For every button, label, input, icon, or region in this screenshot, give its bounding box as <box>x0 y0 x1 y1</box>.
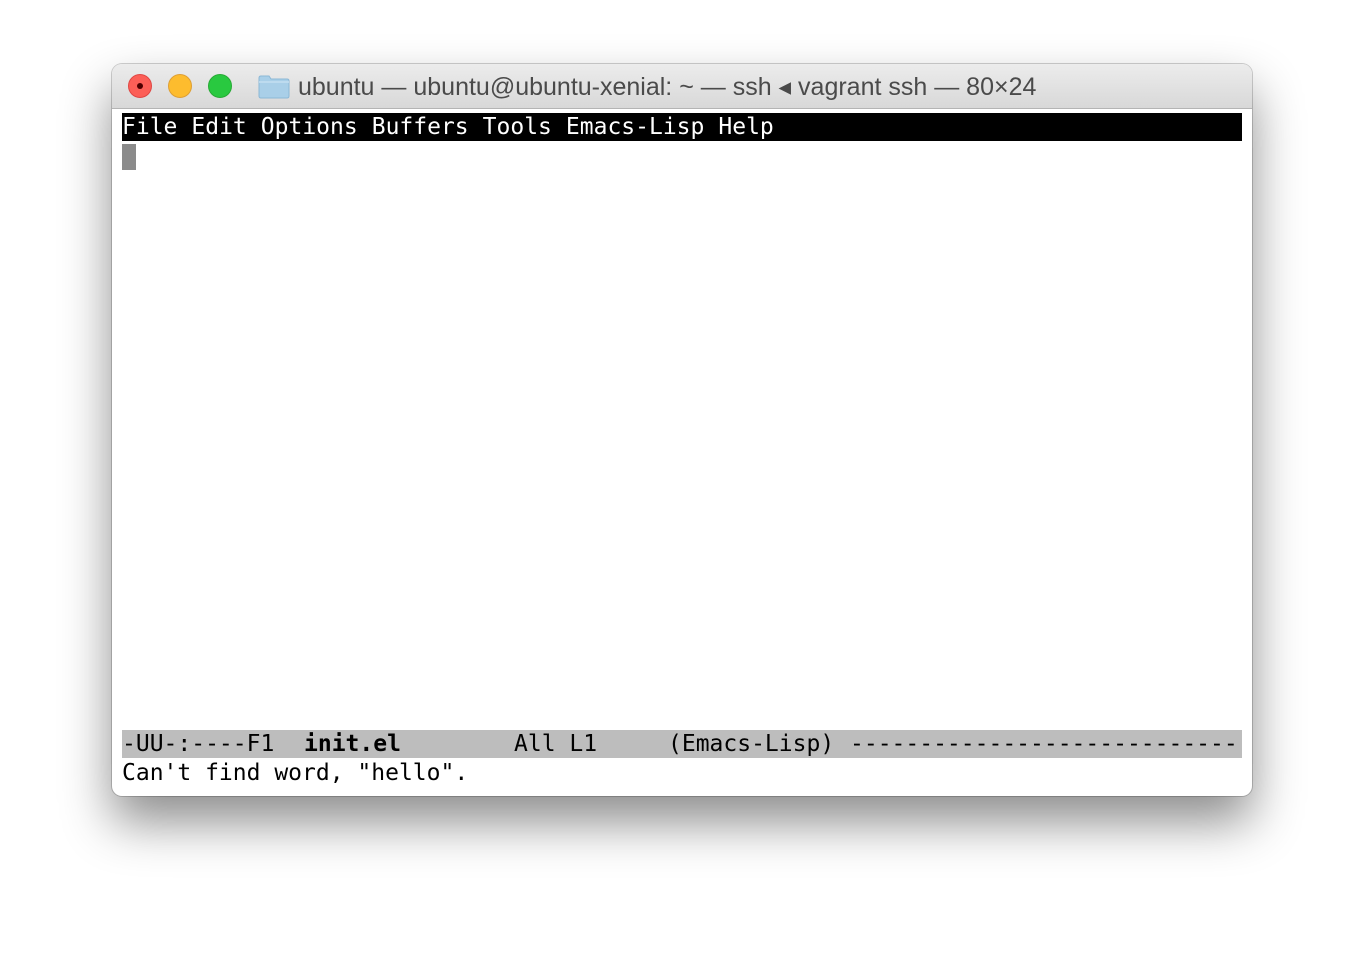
minimize-button[interactable] <box>168 74 192 98</box>
folder-icon <box>258 75 290 99</box>
menu-edit[interactable]: Edit <box>191 113 260 141</box>
text-cursor <box>122 144 136 170</box>
terminal-window: ubuntu — ubuntu@ubuntu-xenial: ~ — ssh ◂… <box>112 64 1252 796</box>
menu-file[interactable]: File <box>122 113 191 141</box>
menu-emacs-lisp[interactable]: Emacs-Lisp <box>566 113 718 141</box>
title-bar[interactable]: ubuntu — ubuntu@ubuntu-xenial: ~ — ssh ◂… <box>112 64 1252 109</box>
zoom-button[interactable] <box>208 74 232 98</box>
menu-help[interactable]: Help <box>718 113 787 141</box>
modeline-buffer-name[interactable]: init.el <box>304 730 401 758</box>
modeline-fill: ---------------------------- <box>850 731 1238 757</box>
modeline-status: -UU-:----F1 <box>122 731 275 757</box>
echo-area-message: Can't find word, "hello". <box>122 760 469 786</box>
terminal-content[interactable]: File Edit Options Buffers Tools Emacs-Li… <box>122 113 1242 786</box>
menu-tools[interactable]: Tools <box>483 113 566 141</box>
mode-line: -UU-:----F1 init.el All L1 (Emacs-Lisp) … <box>122 730 1242 758</box>
modeline-major-mode[interactable]: (Emacs-Lisp) <box>668 730 834 758</box>
emacs-menu-bar: File Edit Options Buffers Tools Emacs-Li… <box>122 113 1242 141</box>
close-button[interactable] <box>128 74 152 98</box>
menu-buffers[interactable]: Buffers <box>372 113 483 141</box>
modeline-position: All L1 <box>514 731 598 757</box>
window-title: ubuntu — ubuntu@ubuntu-xenial: ~ — ssh ◂… <box>298 73 1037 101</box>
menu-options[interactable]: Options <box>261 113 372 141</box>
